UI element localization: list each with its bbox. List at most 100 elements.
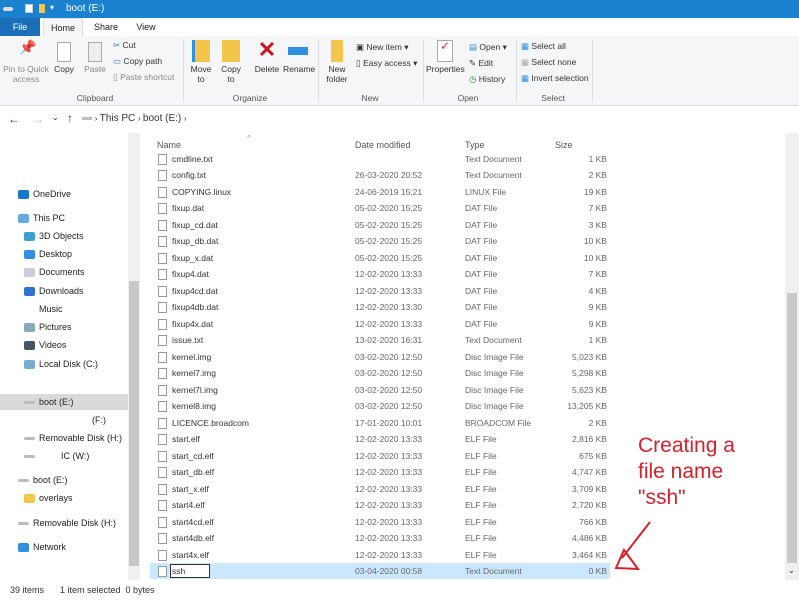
file-row[interactable]: cmdline.txt Text Document 1 KB bbox=[150, 151, 610, 167]
file-row[interactable]: kernel.img 03-02-2020 12:50 Disc Image Fil… bbox=[150, 349, 610, 365]
file-icon bbox=[158, 285, 167, 297]
sidebar-item[interactable]: Removable Disk (H:) bbox=[18, 515, 116, 531]
file-date: 12-02-2020 13:33 bbox=[355, 285, 423, 296]
sidebar-scrollbar[interactable] bbox=[128, 133, 140, 580]
file-row[interactable]: start4.elf 12-02-2020 13:33 ELF File 2,720 … bbox=[150, 497, 610, 513]
file-row[interactable]: fixup.dat 05-02-2020 15:25 DAT File 7 KB bbox=[150, 200, 610, 216]
group-label-clipboard: Clipboard bbox=[76, 93, 114, 103]
recent-dropdown-icon[interactable]: ⌄ bbox=[52, 113, 59, 122]
file-row[interactable]: start_x.elf 12-02-2020 13:33 ELF File 3,709… bbox=[150, 481, 610, 497]
sidebar-item[interactable]: OneDrive bbox=[18, 186, 71, 202]
sidebar-item[interactable]: Removable Disk (H:) bbox=[24, 430, 122, 446]
copy-path-button[interactable]: ▭ Copy path bbox=[113, 56, 162, 67]
breadcrumb-this-pc[interactable]: This PC bbox=[100, 113, 136, 124]
scrollbar-thumb[interactable] bbox=[129, 281, 139, 566]
back-arrow-icon[interactable]: ← bbox=[8, 112, 20, 126]
paste-shortcut-button[interactable]: ▯ Paste shortcut bbox=[113, 72, 174, 83]
file-row[interactable]: LICENCE.broadcom 17-01-2020 10:01 BROADCOM… bbox=[150, 415, 610, 431]
pin-quick-access-button[interactable]: 📌 Pin to Quick access bbox=[3, 39, 49, 84]
tab-share[interactable]: Share bbox=[86, 18, 126, 36]
properties-button[interactable]: ✓ Properties bbox=[426, 40, 465, 74]
select-all-button[interactable]: ▦ Select all bbox=[521, 41, 566, 52]
up-arrow-icon[interactable]: ↑ bbox=[67, 111, 73, 125]
file-row[interactable]: COPYING.linux 24-06-2019 15:21 LINUX File 1… bbox=[150, 184, 610, 200]
sidebar-item[interactable]: This PC bbox=[18, 210, 65, 226]
sidebar-item[interactable]: Downloads bbox=[24, 283, 84, 299]
scroll-down-arrow-icon[interactable]: ⌄ bbox=[788, 566, 795, 575]
sidebar-item[interactable]: overlays bbox=[24, 490, 73, 506]
file-type: Disc Image File bbox=[465, 401, 524, 412]
forward-arrow-icon[interactable]: → bbox=[32, 112, 44, 126]
computer-icon bbox=[18, 214, 29, 224]
new-item-button[interactable]: ▣ New item ▾ bbox=[356, 42, 408, 53]
sidebar-item[interactable]: Network bbox=[18, 539, 66, 555]
scrollbar-thumb[interactable] bbox=[787, 293, 797, 563]
file-type: Disc Image File bbox=[465, 384, 524, 395]
file-row[interactable]: config.txt 26-03-2020 20:52 Text Document 2… bbox=[150, 167, 610, 183]
breadcrumb[interactable]: › This PC › boot (E:) › bbox=[82, 110, 792, 128]
sidebar-item[interactable]: 3D Objects bbox=[24, 228, 84, 244]
sidebar-item[interactable]: IC (W:) bbox=[24, 448, 89, 464]
sidebar-item[interactable]: Music bbox=[24, 301, 63, 317]
folder-quick-icon[interactable] bbox=[39, 4, 45, 13]
tab-file[interactable]: File bbox=[0, 18, 40, 36]
open-button[interactable]: ▤ Open ▾ bbox=[469, 42, 507, 53]
edit-button[interactable]: ✎ Edit bbox=[469, 58, 493, 69]
sidebar-item[interactable]: Videos bbox=[24, 337, 66, 353]
file-name: LICENCE.broadcom bbox=[172, 417, 250, 428]
file-row[interactable]: start.elf 12-02-2020 13:33 ELF File 2,816 K… bbox=[150, 431, 610, 447]
file-name: kernel.img bbox=[172, 351, 212, 362]
file-row[interactable]: kernel7l.img 03-02-2020 12:50 Disc Image F… bbox=[150, 382, 610, 398]
file-row[interactable]: kernel7.img 03-02-2020 12:50 Disc Image Fi… bbox=[150, 365, 610, 381]
sidebar-item[interactable]: boot (E:) bbox=[18, 472, 68, 488]
copy-to-button[interactable]: Copy to bbox=[218, 40, 244, 84]
file-date: 12-02-2020 13:30 bbox=[355, 302, 423, 313]
file-row[interactable]: start4cd.elf 12-02-2020 13:33 ELF File 766 … bbox=[150, 514, 610, 530]
pin-icon: 📌 bbox=[19, 39, 37, 55]
file-row[interactable]: start_db.elf 12-02-2020 13:33 ELF File 4,74… bbox=[150, 464, 610, 480]
history-button[interactable]: ◷ History bbox=[469, 74, 505, 85]
file-type: DAT File bbox=[465, 236, 498, 247]
file-icon bbox=[158, 450, 167, 462]
invert-selection-button[interactable]: ▦ Invert selection bbox=[521, 73, 589, 84]
sidebar-item[interactable]: Local Disk (C:) bbox=[24, 356, 98, 372]
file-date: 26-03-2020 20:52 bbox=[355, 170, 423, 181]
file-list-scrollbar[interactable]: ⌄ bbox=[785, 133, 799, 580]
file-row[interactable]: fixup4.dat 12-02-2020 13:33 DAT File 7 KB bbox=[150, 266, 610, 282]
sidebar-item[interactable]: (F:) bbox=[92, 412, 106, 428]
file-row[interactable]: start4x.elf 12-02-2020 13:33 ELF File 3,464… bbox=[150, 547, 610, 563]
sidebar-item[interactable]: boot (E:) bbox=[0, 394, 128, 410]
file-row[interactable]: fixup_x.dat 05-02-2020 15:25 DAT File 10 KB bbox=[150, 250, 610, 266]
tab-home[interactable]: Home bbox=[43, 18, 83, 36]
rename-button[interactable]: Rename bbox=[283, 40, 315, 74]
customize-dropdown-icon[interactable]: ▾ bbox=[50, 3, 54, 12]
file-row[interactable]: fixup4x.dat 12-02-2020 13:33 DAT File 9 KB bbox=[150, 316, 610, 332]
file-row[interactable]: kernel8.img 03-02-2020 12:50 Disc Image Fi… bbox=[150, 398, 610, 414]
file-row[interactable]: ssh 03-04-2020 00:58 Text Document 0 KB bbox=[150, 563, 610, 579]
copy-button[interactable]: Copy bbox=[51, 42, 77, 74]
select-none-button[interactable]: ▦ Select none bbox=[521, 57, 576, 68]
file-row[interactable]: fixup_cd.dat 05-02-2020 15:25 DAT File 3 KB bbox=[150, 217, 610, 233]
tab-view[interactable]: View bbox=[126, 18, 166, 36]
file-name: COPYING.linux bbox=[172, 186, 232, 197]
rename-input[interactable]: ssh bbox=[170, 564, 210, 578]
file-row[interactable]: fixup4db.dat 12-02-2020 13:30 DAT File 9 KB bbox=[150, 299, 610, 315]
easy-access-button[interactable]: ▯ Easy access ▾ bbox=[356, 58, 417, 69]
sidebar-item[interactable]: Pictures bbox=[24, 319, 72, 335]
properties-quick-icon[interactable] bbox=[25, 4, 33, 13]
file-row[interactable]: fixup4cd.dat 12-02-2020 13:33 DAT File 4 KB bbox=[150, 283, 610, 299]
move-to-button[interactable]: Move to bbox=[188, 40, 214, 84]
sidebar-item[interactable]: Documents bbox=[24, 264, 85, 280]
delete-button[interactable]: ✕ Delete bbox=[253, 38, 281, 75]
ribbon: 📌 Pin to Quick access Copy Paste ✂ Cut ▭ … bbox=[0, 36, 799, 106]
file-row[interactable]: start_cd.elf 12-02-2020 13:33 ELF File 675 … bbox=[150, 448, 610, 464]
file-row[interactable]: fixup_db.dat 05-02-2020 15:25 DAT File 10 K… bbox=[150, 233, 610, 249]
breadcrumb-boot[interactable]: boot (E:) bbox=[143, 113, 181, 124]
sidebar-item-label: IC (W:) bbox=[61, 451, 90, 461]
file-row[interactable]: start4db.elf 12-02-2020 13:33 ELF File 4,48… bbox=[150, 530, 610, 546]
cut-button[interactable]: ✂ Cut bbox=[113, 40, 136, 51]
new-folder-button[interactable]: New folder bbox=[322, 40, 352, 84]
file-row[interactable]: issue.txt 13-02-2020 16:31 Text Document 1 … bbox=[150, 332, 610, 348]
paste-button[interactable]: Paste bbox=[82, 42, 108, 74]
sidebar-item[interactable]: Desktop bbox=[24, 246, 72, 262]
